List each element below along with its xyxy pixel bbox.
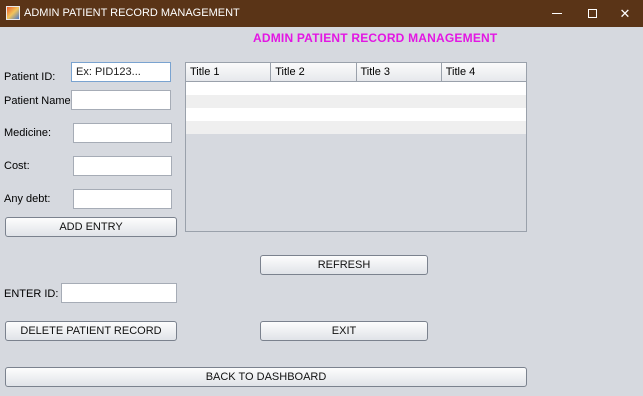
table-row[interactable]: [186, 108, 526, 121]
table-cell: [356, 82, 441, 95]
table-cell: [441, 108, 526, 121]
cost-input[interactable]: [73, 156, 172, 176]
table-cell: [441, 121, 526, 134]
table-cell: [271, 82, 356, 95]
java-coffee-cup-icon: [6, 6, 20, 20]
table-cell: [271, 121, 356, 134]
table-row[interactable]: [186, 95, 526, 108]
window-titlebar: ADMIN PATIENT RECORD MANAGEMENT ✕: [0, 0, 643, 27]
close-icon: ✕: [619, 5, 631, 21]
table-cell: [186, 95, 271, 108]
back-to-dashboard-button[interactable]: BACK TO DASHBOARD: [5, 367, 527, 387]
medicine-label: Medicine:: [4, 127, 52, 139]
delete-patient-record-button[interactable]: DELETE PATIENT RECORD: [5, 321, 177, 341]
patient-records-table[interactable]: Title 1 Title 2 Title 3 Title 4: [185, 62, 527, 232]
table-cell: [356, 121, 441, 134]
column-header[interactable]: Title 1: [186, 63, 272, 81]
cost-label: Cost:: [4, 160, 30, 172]
table-cell: [271, 95, 356, 108]
table-cell: [271, 108, 356, 121]
medicine-input[interactable]: [73, 123, 172, 143]
exit-button[interactable]: EXIT: [260, 321, 428, 341]
page-heading: ADMIN PATIENT RECORD MANAGEMENT: [253, 31, 498, 45]
table-header: Title 1 Title 2 Title 3 Title 4: [186, 63, 526, 82]
debt-label: Any debt:: [4, 193, 51, 205]
patient-id-input[interactable]: [71, 62, 171, 82]
add-entry-button[interactable]: ADD ENTRY: [5, 217, 177, 237]
table-row[interactable]: [186, 82, 526, 95]
table-cell: [186, 82, 271, 95]
patient-name-input[interactable]: [71, 90, 171, 110]
debt-input[interactable]: [73, 189, 172, 209]
table-cell: [356, 108, 441, 121]
minimize-button[interactable]: [539, 0, 575, 27]
column-header[interactable]: Title 4: [442, 63, 526, 81]
table-cell: [186, 121, 271, 134]
table-cell: [441, 82, 526, 95]
table-cell: [356, 95, 441, 108]
column-header[interactable]: Title 2: [271, 63, 357, 81]
maximize-button[interactable]: [574, 0, 610, 27]
maximize-icon: [587, 9, 597, 18]
patient-name-label: Patient Name:: [4, 95, 74, 107]
enter-id-input[interactable]: [61, 283, 177, 303]
refresh-button[interactable]: REFRESH: [260, 255, 428, 275]
table-cell: [441, 95, 526, 108]
table-cell: [186, 108, 271, 121]
minimize-icon: [552, 13, 562, 14]
enter-id-label: ENTER ID:: [4, 288, 59, 300]
patient-id-label: Patient ID:: [4, 71, 56, 83]
close-button[interactable]: ✕: [607, 0, 643, 27]
table-row[interactable]: [186, 121, 526, 134]
window-title: ADMIN PATIENT RECORD MANAGEMENT: [24, 7, 240, 19]
column-header[interactable]: Title 3: [357, 63, 442, 81]
